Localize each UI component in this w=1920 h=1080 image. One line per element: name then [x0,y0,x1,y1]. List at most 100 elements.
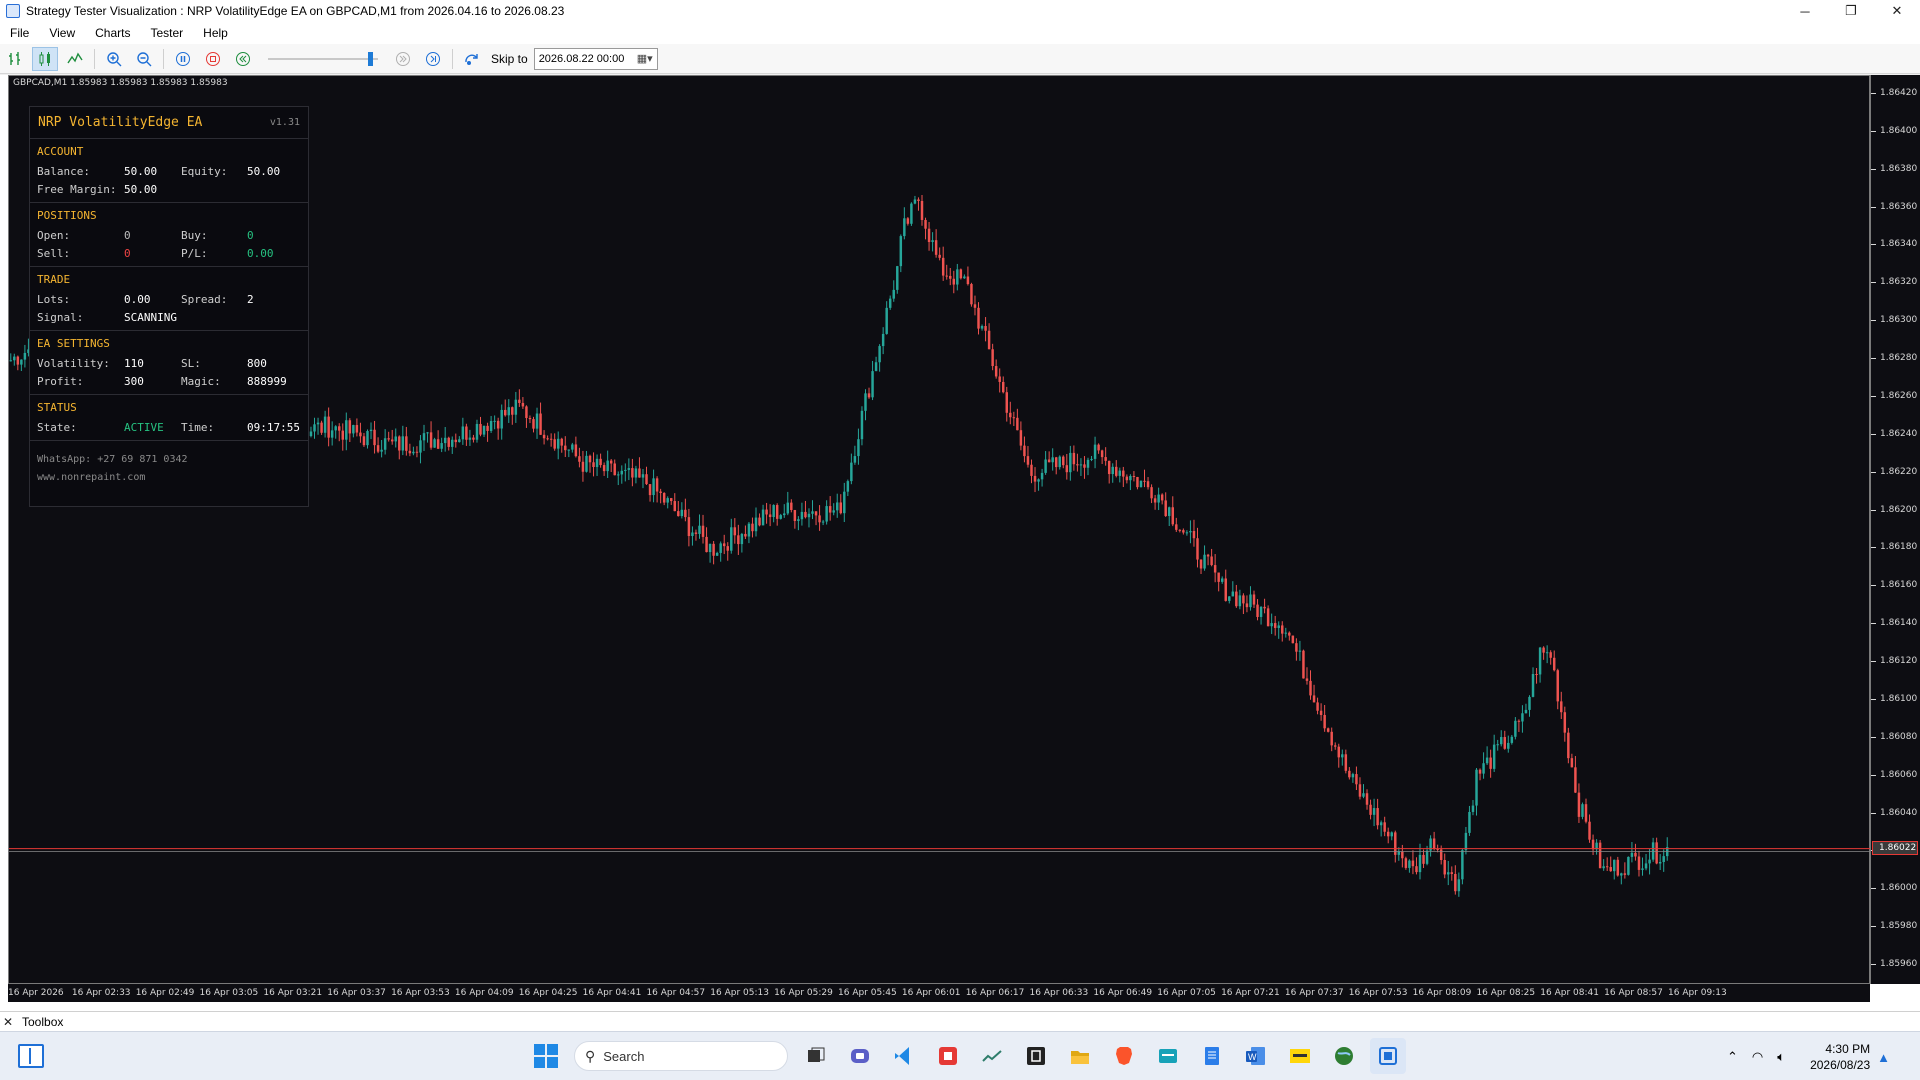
candle-body [783,513,786,516]
menu-view[interactable]: View [39,26,85,40]
time-tick-label: 16 Apr 03:53 [391,988,450,998]
line-chart-icon[interactable] [62,47,88,71]
candle-body [1160,494,1164,501]
candlestick-chart-icon[interactable] [32,46,58,71]
candle-body [1072,452,1076,465]
candle-body [994,366,998,377]
free-margin-label: Free Margin: [37,182,117,196]
candle-body [1284,632,1288,634]
candle-body [1001,381,1005,393]
clock[interactable]: 4:30 PM 2026/08/23 [1810,1041,1870,1073]
candle-body [1210,556,1213,566]
time-tick-label: 16 Apr 02:49 [135,988,195,998]
candle-body [719,543,722,553]
candle-body [680,509,684,517]
step-forward-icon[interactable] [420,47,446,71]
candle-body [832,510,835,513]
candle-body [987,330,991,350]
account-heading: ACCOUNT [37,145,84,158]
close-button[interactable]: ✕ [1874,0,1920,22]
speaker-icon[interactable]: 🔈︎ [1777,1049,1785,1065]
sticky-app-icon[interactable] [1282,1038,1318,1074]
candle-body [779,515,782,519]
candle-body [1273,623,1277,628]
word-icon[interactable]: W [1238,1038,1274,1074]
fast-forward-icon[interactable] [390,47,416,71]
wifi-icon[interactable]: ◠ [1752,1049,1763,1065]
widgets-icon[interactable] [18,1044,44,1068]
restore-button[interactable]: ❐ [1828,0,1874,22]
menu-charts[interactable]: Charts [85,26,140,40]
start-button[interactable] [528,1038,564,1074]
price-tick-label: 1.86080 [1871,732,1920,742]
skip-date-field[interactable]: 2026.08.22 00:00 ▦▾ [533,47,658,70]
candle-body [1475,769,1478,806]
speed-slider[interactable] [268,47,378,71]
calendar-dropdown-icon[interactable]: ▦▾ [637,52,653,65]
candle-body [1372,808,1376,815]
metatrader-icon[interactable] [1370,1038,1406,1074]
speed-slider-thumb[interactable] [368,51,373,66]
skip-to-icon[interactable] [459,47,485,71]
candle-body [1358,784,1362,797]
recorder-icon[interactable] [930,1038,966,1074]
price-tick-label: 1.85960 [1871,959,1920,969]
time-label: Time: [181,420,215,434]
menu-tester[interactable]: Tester [140,26,193,40]
candle-body [1164,500,1167,517]
notepad-icon[interactable] [1194,1038,1230,1074]
candle-body [447,437,450,447]
candle-body [1242,595,1245,604]
toolbox-close-icon[interactable]: ✕ [0,1015,16,1029]
volatility-label: Volatility: [37,356,110,370]
zoom-in-icon[interactable] [101,47,127,71]
state-time-row: State: ACTIVE Time: 09:17:55 [37,418,301,436]
time-tick-label: 16 Apr 02:33 [71,988,131,998]
time-tick-label: 16 Apr 06:33 [1029,988,1089,998]
taskbar-search[interactable]: ⚲ Search [574,1041,788,1071]
bar-chart-icon[interactable] [2,47,28,71]
chart-app-icon[interactable] [974,1038,1010,1074]
task-view-icon[interactable] [798,1038,834,1074]
candle-body [1044,459,1047,473]
menu-help[interactable]: Help [193,26,238,40]
globe-app-icon[interactable] [1326,1038,1362,1074]
panel-header: NRP VolatilityEdge EA v1.31 [30,107,308,139]
chevron-up-icon[interactable]: ⌃ [1727,1049,1738,1065]
brave-browser-icon[interactable] [1106,1038,1142,1074]
deepin-app-icon[interactable] [1150,1038,1186,1074]
candle-body [1496,744,1499,746]
candle-body [733,527,737,536]
file-explorer-icon[interactable] [1062,1038,1098,1074]
notification-bell-icon[interactable]: ▲ [1877,1050,1890,1065]
candle-body [984,325,987,331]
candle-body [761,509,765,526]
candle-body [1090,458,1093,460]
zoom-out-icon[interactable] [131,47,157,71]
candle-body [341,430,345,440]
candle-body [931,240,934,243]
candle-body [1570,758,1574,768]
menu-bar: File View Charts Tester Help [0,22,1920,44]
candle-body [436,439,440,449]
candle-body [768,514,772,518]
sell-label: Sell: [37,246,71,260]
teams-icon[interactable] [842,1038,878,1074]
stop-icon[interactable] [200,47,226,71]
menu-file[interactable]: File [0,26,39,40]
candle-body [793,510,797,521]
candle-body [20,359,23,365]
candle-body [677,511,680,517]
candle-body [1115,466,1118,476]
candle-body [496,420,500,429]
minimize-button[interactable]: ─ [1782,0,1828,22]
candle-body [881,333,885,347]
rewind-icon[interactable] [230,47,256,71]
terminal-app-icon[interactable] [1018,1038,1054,1074]
toolbox-label[interactable]: Toolbox [22,1015,63,1029]
vscode-icon[interactable] [886,1038,922,1074]
pause-icon[interactable] [170,47,196,71]
candle-body [807,513,811,518]
candle-body [535,413,539,429]
candle-body [1302,650,1305,679]
